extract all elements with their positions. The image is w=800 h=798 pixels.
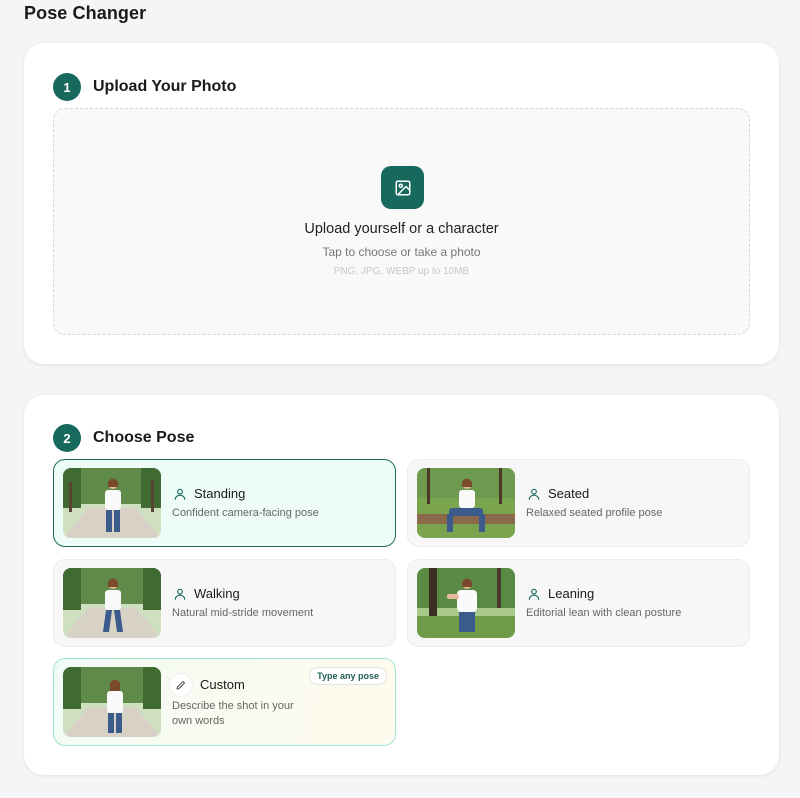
pose-option-description: Natural mid-stride movement — [172, 607, 314, 619]
pose-option-description: Relaxed seated profile pose — [526, 507, 663, 519]
pose-option-title: Seated — [548, 486, 590, 501]
person-icon — [526, 586, 542, 602]
person-icon — [172, 586, 188, 602]
image-icon — [381, 166, 424, 209]
pose-option-description: Confident camera-facing pose — [172, 507, 319, 519]
pose-option-description: Editorial lean with clean posture — [526, 607, 682, 619]
step-number-badge: 2 — [53, 424, 81, 452]
pencil-icon — [170, 674, 192, 696]
type-any-pose-badge: Type any pose — [309, 667, 387, 685]
pose-thumbnail — [417, 468, 515, 538]
pose-option-title: Custom — [200, 677, 245, 692]
upload-heading: Upload Your Photo — [93, 78, 237, 95]
upload-title: Upload yourself or a character — [304, 221, 499, 237]
pose-option-description: Describe the shot in your own words — [172, 700, 294, 727]
upload-dropzone[interactable]: Upload yourself or a character Tap to ch… — [53, 108, 750, 335]
pose-card: 2 Choose Pose Standing Confident camera-… — [24, 395, 779, 775]
pose-thumbnail — [63, 468, 161, 538]
upload-subtitle: Tap to choose or take a photo — [322, 245, 481, 259]
upload-step-header: 1 Upload Your Photo — [53, 73, 236, 101]
pose-thumbnail — [417, 568, 515, 638]
pose-option-title: Standing — [194, 486, 246, 501]
page-title: Pose Changer — [24, 3, 147, 23]
upload-format-hint: PNG, JPG, WEBP up to 10MB — [333, 266, 470, 277]
person-icon — [172, 486, 188, 502]
upload-card: 1 Upload Your Photo Upload yourself or a… — [24, 43, 779, 364]
pose-option-title: Walking — [194, 586, 240, 601]
person-icon — [526, 486, 542, 502]
pose-option-seated[interactable]: Seated Relaxed seated profile pose — [407, 459, 750, 547]
pose-thumbnail — [63, 667, 161, 737]
pose-option-standing[interactable]: Standing Confident camera-facing pose — [53, 459, 396, 547]
pose-option-custom[interactable]: Custom Describe the shot in your own wor… — [53, 658, 396, 746]
pose-step-header: 2 Choose Pose — [53, 424, 194, 452]
pose-thumbnail — [63, 568, 161, 638]
pose-heading: Choose Pose — [93, 429, 195, 446]
pose-option-walking[interactable]: Walking Natural mid-stride movement — [53, 559, 396, 647]
step-number-badge: 1 — [53, 73, 81, 101]
pose-option-leaning[interactable]: Leaning Editorial lean with clean postur… — [407, 559, 750, 647]
pose-option-title: Leaning — [548, 586, 595, 601]
